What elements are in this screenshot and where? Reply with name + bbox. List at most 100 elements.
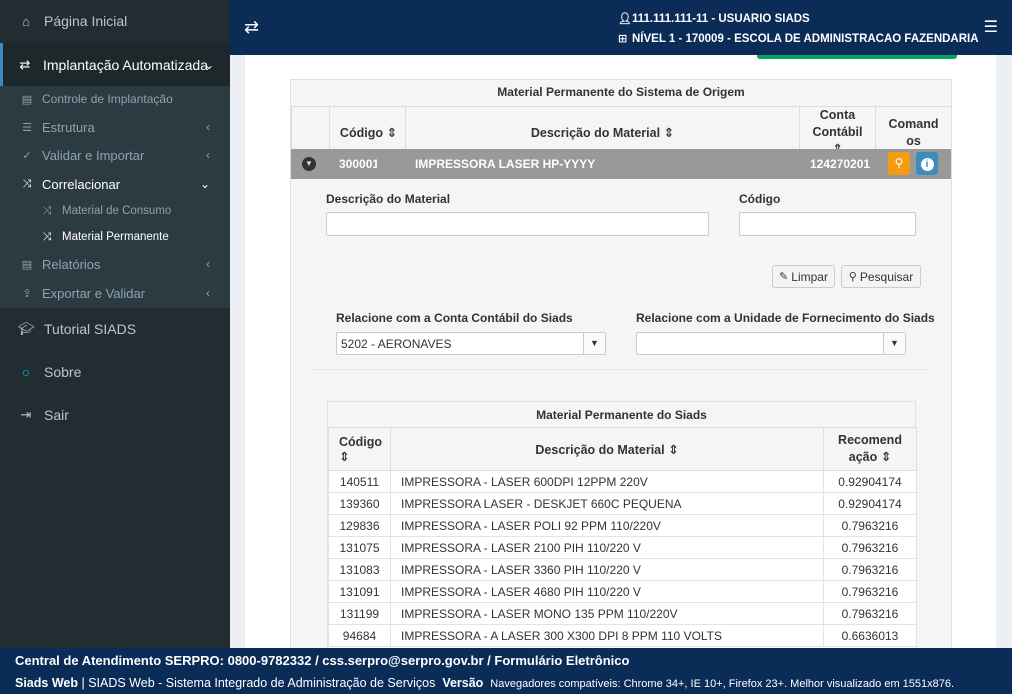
row-codigo: 300001242 [339, 157, 377, 171]
column-label: Código [339, 434, 383, 449]
table-row[interactable]: 131199 IMPRESSORA - LASER MONO 135 PPM 11… [328, 602, 917, 625]
cell-descricao: IMPRESSORA - LASER 2100 PIH 110/220 V [389, 536, 825, 559]
content-box: Material Permanente do Sistema de Origem… [245, 55, 996, 648]
main-content: Material Permanente do Sistema de Origem… [230, 55, 1012, 648]
sort-icon: ⇕ [339, 449, 350, 464]
descricao-input[interactable] [326, 212, 709, 236]
sidebar-item-home[interactable]: ⌂ Página Inicial [0, 6, 230, 36]
sidebar-item-consumo[interactable]: ⤨ Material de Consumo [0, 200, 230, 222]
button-label: Pesquisar [859, 269, 914, 284]
table-row[interactable]: 131075 IMPRESSORA - LASER 2100 PIH 110/22… [328, 536, 917, 559]
unidade-select[interactable]: ▼ [636, 332, 906, 355]
sidebar-item-label: Material Permanente [62, 231, 169, 243]
user-icon: 👤︎ [618, 13, 632, 25]
expand-toggle-icon[interactable]: ▼ [302, 157, 316, 171]
sort-descricao[interactable]: Descrição do Material ⇕ [389, 427, 825, 471]
descricao-label: Descrição do Material [326, 192, 451, 206]
cell-recomendacao: 0.92904174 [823, 470, 917, 493]
footer-app-desc: | SIADS Web - Sistema Integrado de Admin… [81, 676, 436, 690]
footer: Central de Atendimento SERPRO: 0800-9782… [0, 648, 1012, 694]
sidebar-item-permanente[interactable]: ⤨ Material Permanente [0, 226, 230, 248]
cell-codigo: 131083 [328, 558, 391, 581]
cell-descricao: IMPRESSORA - A LASER 300 X300 DPI 8 PPM … [389, 624, 825, 647]
codigo-input[interactable] [739, 212, 916, 236]
cell-codigo: 140511 [328, 470, 391, 493]
chevron-left-icon: ‹ [206, 120, 210, 134]
green-action-button[interactable] [757, 55, 957, 59]
origin-panel-title: Material Permanente do Sistema de Origem [497, 85, 745, 99]
user-level: NÍVEL 1 - 170009 - ESCOLA DE ADMINISTRAC… [632, 33, 979, 45]
sidebar-item-implantacao[interactable]: ⇄ Implantação Automatizada ⌄ [0, 43, 230, 86]
sidebar-item-exportar[interactable]: ⇪ Exportar e Validar ‹ [0, 282, 230, 304]
table-row-selected[interactable]: ▼ 300001242 IMPRESSORA LASER HP-YYYY 124… [291, 149, 951, 179]
search-icon[interactable]: ⚲ [888, 152, 910, 175]
divider [311, 369, 929, 370]
cell-descricao: IMPRESSORA - LASER MONO 135 PPM 110/220V [389, 602, 825, 625]
sidebar-item-label: Estrutura [42, 119, 95, 135]
caret-down-icon: ▼ [583, 333, 605, 354]
table-row[interactable]: 131091 IMPRESSORA - LASER 4680 PIH 110/22… [328, 580, 917, 603]
sort-icon: ⇕ [668, 442, 679, 457]
cell-descricao: IMPRESSORA - LASER 4680 PIH 110/220 V [389, 580, 825, 603]
siads-panel: Material Permanente do Siads Código ⇕ De… [327, 401, 917, 648]
sort-icon: ⇕ [663, 126, 675, 140]
cell-codigo: 131091 [328, 580, 391, 603]
search-icon: ⚲ [848, 271, 857, 283]
sidebar-item-label: Correlacionar [42, 176, 121, 192]
footer-versao: Versão [442, 676, 484, 690]
cell-recomendacao: 0.7963216 [823, 602, 917, 625]
sort-recomendacao[interactable]: Recomendação ⇕ [823, 427, 917, 471]
sidebar-item-estrutura[interactable]: ☰ Estrutura ‹ [0, 116, 230, 138]
row-conta: 124270201 [810, 157, 871, 171]
submenu-implantacao: ▤ Controle de Implantação ☰ Estrutura ‹ … [0, 86, 230, 308]
sort-codigo[interactable]: Código ⇕ [328, 427, 391, 471]
codigo-label: Código [739, 192, 781, 206]
circle-icon: ○ [21, 364, 31, 380]
chevron-left-icon: ‹ [206, 257, 210, 271]
sidebar-item-label: Exportar e Validar [42, 285, 146, 301]
table-row[interactable]: 139360 IMPRESSORA LASER - DESKJET 660C PE… [328, 492, 917, 515]
conta-select[interactable]: 5202 - AERONAVES ▼ [336, 332, 606, 355]
table-row[interactable]: 129836 IMPRESSORA - LASER POLI 92 PPM 110… [328, 514, 917, 537]
random-icon: ⤨ [42, 204, 52, 217]
thumbs-up-icon: ✓ [22, 149, 32, 162]
table-row[interactable]: 131083 IMPRESSORA - LASER 3360 PIH 110/22… [328, 558, 917, 581]
sidebar-item-tutorial[interactable]: 🎓︎ Tutorial SIADS [0, 315, 230, 343]
column-label: Recomendação [838, 433, 902, 464]
cell-descricao: IMPRESSORA - LASER 3360 PIH 110/220 V [389, 558, 825, 581]
footer-browsers: Navegadores compatíveis: Chrome 34+, IE … [490, 678, 955, 690]
exchange-icon: ⇄ [19, 56, 31, 72]
sort-icon: ⇕ [880, 450, 892, 464]
sidebar-toggle-icon[interactable]: ⇄ [244, 17, 259, 38]
sidebar-item-validar[interactable]: ✓ Validar e Importar ‹ [0, 144, 230, 166]
sidebar-item-label: Controle de Implantação [42, 92, 173, 106]
eraser-icon: ✎ [779, 271, 789, 283]
sidebar-item-label: Implantação Automatizada [43, 56, 208, 73]
cell-codigo: 139360 [328, 492, 391, 515]
sidebar: ⌂ Página Inicial ⇄ Implantação Automatiz… [0, 0, 230, 648]
cell-descricao: IMPRESSORA LASER - DESKJET 660C PEQUENA [389, 492, 825, 515]
sidebar-item-label: Sobre [44, 364, 82, 380]
sort-icon: ⇕ [386, 126, 397, 140]
column-label: Conta Contábil [812, 108, 863, 139]
sidebar-item-sobre[interactable]: ○ Sobre [0, 358, 230, 386]
chevron-left-icon: ‹ [206, 286, 210, 300]
table-row[interactable]: 94684 IMPRESSORA - A LASER 300 X300 DPI 8… [328, 624, 917, 647]
column-label: Código [339, 126, 383, 140]
sidebar-item-controle[interactable]: ▤ Controle de Implantação [0, 88, 230, 110]
conta-label: Relacione com a Conta Contábil do Siads [336, 311, 573, 325]
table-row[interactable]: 140511 IMPRESSORA - LASER 600DPI 12PPM 22… [328, 470, 917, 493]
sidebar-item-correlacionar[interactable]: ⤨ Correlacionar ⌄ [0, 173, 230, 195]
pesquisar-button[interactable]: ⚲ Pesquisar [841, 265, 921, 288]
cell-codigo: 94684 [328, 624, 391, 647]
sidebar-item-label: Tutorial SIADS [44, 321, 137, 337]
cell-recomendacao: 0.6636013 [823, 624, 917, 647]
sidebar-item-relatorios[interactable]: ▤ Relatórios ‹ [0, 253, 230, 275]
info-icon[interactable]: i [916, 152, 938, 175]
hamburger-icon[interactable]: ☰ [984, 17, 998, 37]
random-icon: ⤨ [22, 177, 32, 190]
sidebar-item-sair[interactable]: ⇥ Sair [0, 401, 230, 429]
cell-recomendacao: 0.7963216 [823, 558, 917, 581]
origin-panel: Material Permanente do Sistema de Origem… [290, 79, 953, 648]
limpar-button[interactable]: ✎ Limpar [772, 265, 835, 288]
